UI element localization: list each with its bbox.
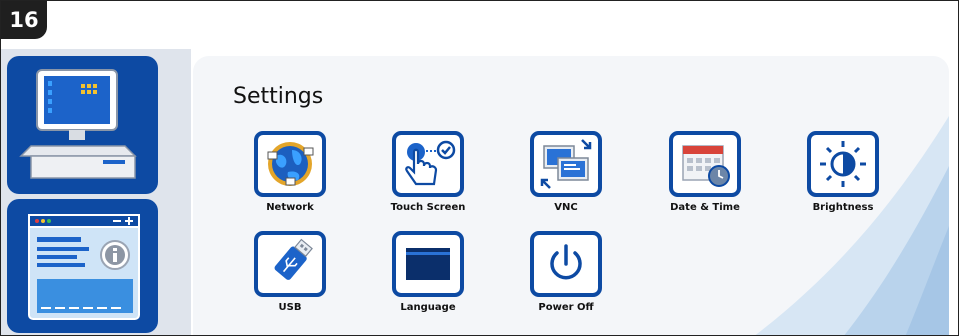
vnc-button[interactable]: VNC xyxy=(511,131,621,213)
brightness-icon xyxy=(820,141,866,187)
vnc-icon xyxy=(540,139,592,189)
settings-panel: Settings Network Touch Screen VNC Date &… xyxy=(193,56,949,335)
touch-screen-button[interactable]: Touch Screen xyxy=(373,131,483,213)
language-button[interactable]: Language xyxy=(373,231,483,313)
brightness-label: Brightness xyxy=(812,202,874,213)
folder-icon xyxy=(406,248,450,280)
usb-label: USB xyxy=(278,302,302,313)
brightness-button[interactable]: Brightness xyxy=(788,131,898,213)
network-label: Network xyxy=(266,202,314,213)
info-window-icon xyxy=(28,214,140,320)
touch-screen-label: Touch Screen xyxy=(390,202,466,213)
network-globe-icon xyxy=(267,142,314,186)
sidebar-item-terminal[interactable] xyxy=(7,56,158,194)
usb-button[interactable]: USB xyxy=(235,231,345,313)
power-off-button[interactable]: Power Off xyxy=(511,231,621,313)
sidebar-item-info[interactable] xyxy=(7,199,158,333)
vnc-label: VNC xyxy=(554,202,578,213)
calendar-clock-icon xyxy=(682,145,730,187)
screen-frame: 16 Settings Network Touch Screen VNC Dat… xyxy=(0,0,959,336)
step-number-badge: 16 xyxy=(1,1,47,39)
date-time-button[interactable]: Date & Time xyxy=(650,131,760,213)
pos-terminal-icon xyxy=(19,69,137,179)
network-button[interactable]: Network xyxy=(235,131,345,213)
usb-drive-icon xyxy=(274,238,313,280)
power-off-label: Power Off xyxy=(538,302,594,313)
power-icon xyxy=(550,244,582,280)
date-time-label: Date & Time xyxy=(670,202,740,213)
language-label: Language xyxy=(400,302,456,313)
touch-screen-icon xyxy=(405,140,456,186)
page-title: Settings xyxy=(233,84,324,109)
